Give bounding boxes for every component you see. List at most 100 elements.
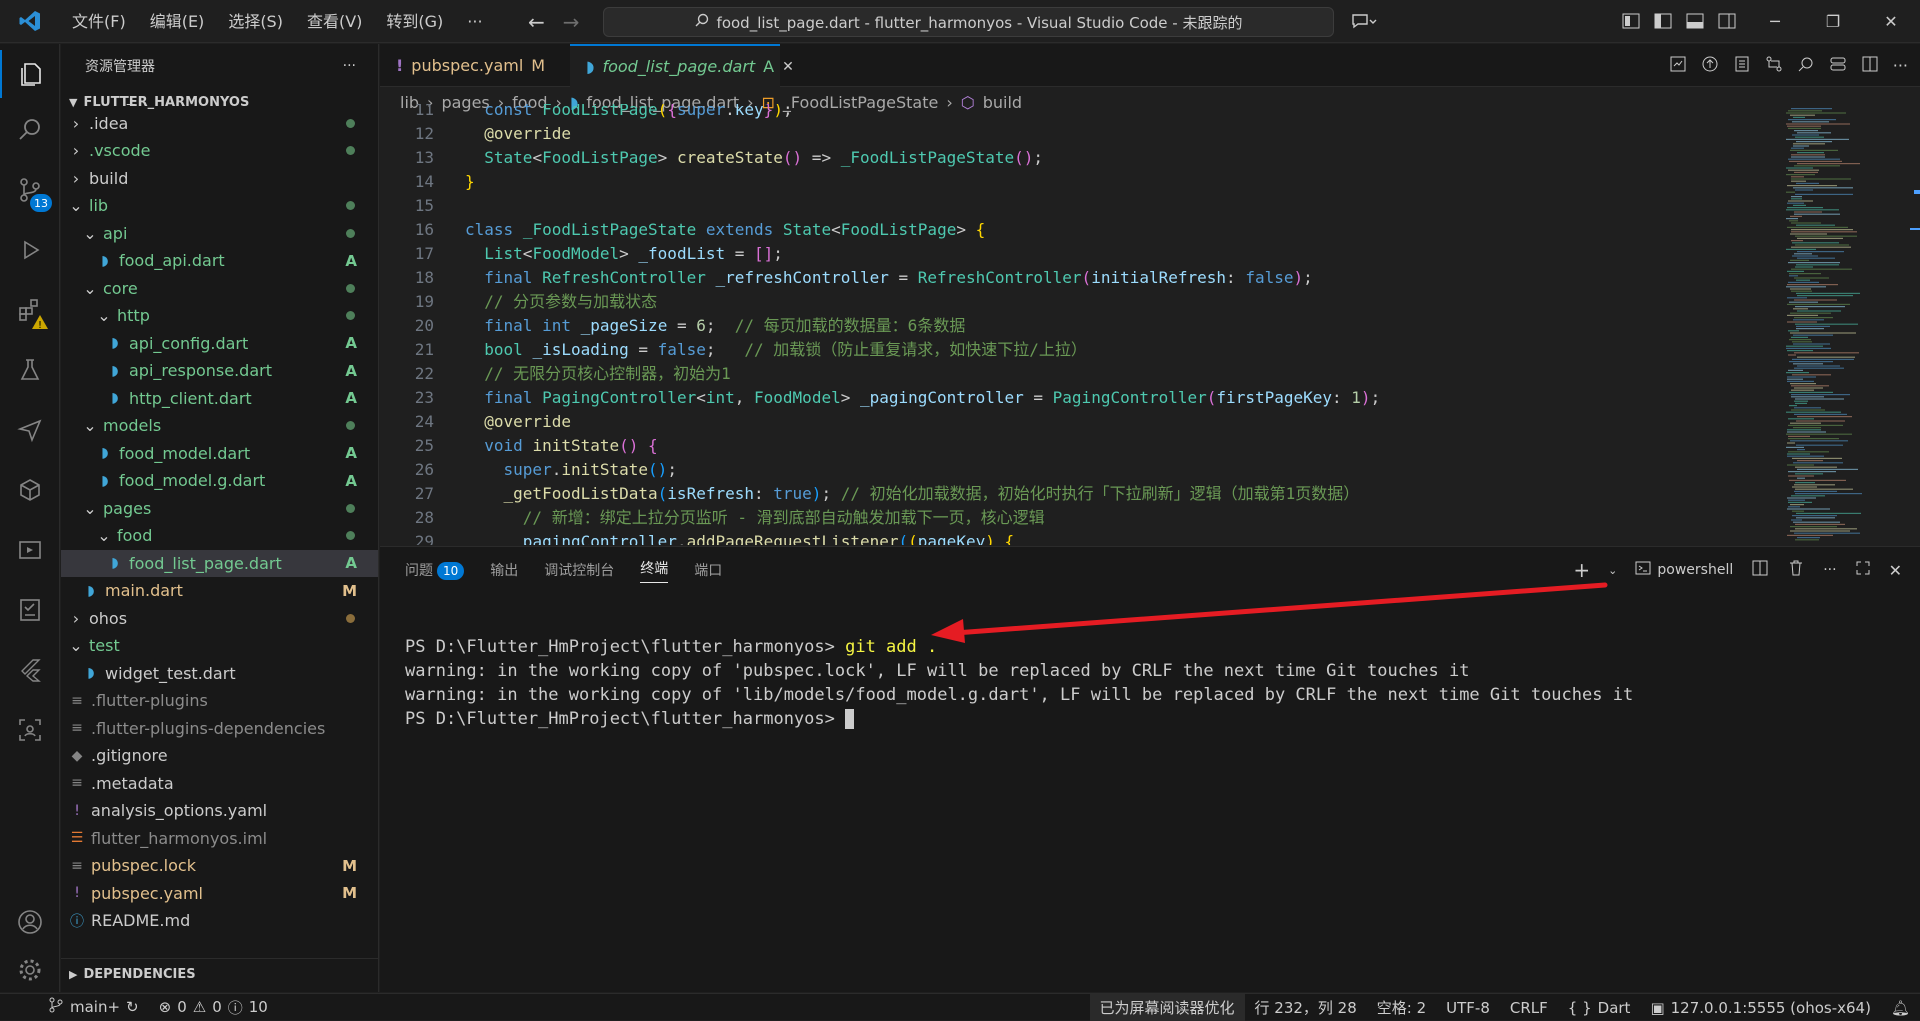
- maximize-panel-icon[interactable]: [1855, 560, 1871, 580]
- tree-item[interactable]: ≡.flutter-plugins-dependencies: [61, 715, 379, 742]
- split-terminal-icon[interactable]: [1751, 559, 1769, 581]
- checklist-icon[interactable]: [0, 586, 60, 634]
- tab-ports[interactable]: 端口: [694, 560, 722, 580]
- toggle-sidebar-icon[interactable]: [1654, 12, 1672, 34]
- package-icon[interactable]: [0, 466, 60, 514]
- menu-edit[interactable]: 编辑(E): [138, 0, 217, 43]
- tree-item[interactable]: ◗main.dartM: [61, 577, 379, 604]
- tree-item[interactable]: ☰flutter_harmonyos.iml: [61, 825, 379, 852]
- send-icon[interactable]: [0, 406, 60, 454]
- search-activity-icon[interactable]: [0, 106, 60, 154]
- more-actions-icon[interactable]: ···: [1823, 562, 1836, 578]
- compare-icon[interactable]: [1765, 55, 1783, 77]
- menu-more[interactable]: ···: [455, 0, 494, 43]
- tab-food-list-page[interactable]: ◗ food_list_page.dart A ✕: [570, 44, 780, 87]
- tab-debug-console[interactable]: 调试控制台: [544, 560, 614, 580]
- tab-terminal[interactable]: 终端: [640, 558, 668, 583]
- tree-item[interactable]: ⌄test: [61, 632, 379, 659]
- tree-item[interactable]: ≡.metadata: [61, 770, 379, 797]
- encoding[interactable]: UTF-8: [1436, 994, 1500, 1021]
- problems-status[interactable]: ⊗0 ⚠0 ⓘ10: [149, 994, 278, 1021]
- minimize-icon[interactable]: ─: [1746, 0, 1804, 43]
- copilot-icon[interactable]: [1350, 12, 1378, 36]
- indentation[interactable]: 空格: 2: [1367, 994, 1436, 1021]
- more-actions-icon[interactable]: ···: [1893, 56, 1908, 75]
- explorer-icon[interactable]: [0, 50, 60, 98]
- upload-icon[interactable]: [1701, 55, 1719, 77]
- tree-item[interactable]: ≡pubspec.lockM: [61, 852, 379, 879]
- toggle-panel-icon[interactable]: [1686, 12, 1704, 34]
- remote-debug-icon[interactable]: [0, 526, 60, 574]
- dependencies-section[interactable]: ▶ DEPENDENCIES: [61, 958, 379, 990]
- flutter-icon[interactable]: [0, 646, 60, 694]
- chevron-down-icon[interactable]: ⌄: [1608, 564, 1617, 577]
- tree-item[interactable]: ◗widget_test.dart: [61, 660, 379, 687]
- tree-item[interactable]: ⌄core: [61, 275, 379, 302]
- tab-problems[interactable]: 问题10: [405, 560, 464, 580]
- tree-item[interactable]: ⌄food: [61, 522, 379, 549]
- line-ending[interactable]: CRLF: [1500, 994, 1558, 1021]
- minimap[interactable]: [1782, 104, 1902, 545]
- tree-item[interactable]: ◗food_api.dartA: [61, 247, 379, 274]
- tree-item[interactable]: !pubspec.yamlM: [61, 880, 379, 907]
- menu-view[interactable]: 查看(V): [295, 0, 374, 43]
- tree-item[interactable]: ◗food_model.g.dartA: [61, 467, 379, 494]
- toggle-secondary-sidebar-icon[interactable]: [1718, 12, 1736, 34]
- tree-item[interactable]: ◗api_response.dartA: [61, 357, 379, 384]
- device-status[interactable]: ▣127.0.0.1:5555 (ohos-x64): [1640, 994, 1881, 1021]
- cursor-position[interactable]: 行 232，列 28: [1245, 994, 1367, 1021]
- trash-icon[interactable]: [1787, 559, 1805, 581]
- tree-item[interactable]: ⌄api: [61, 220, 379, 247]
- shell-name[interactable]: powershell: [1657, 562, 1733, 578]
- customize-layout-icon[interactable]: [1622, 12, 1640, 34]
- inspector-icon[interactable]: [0, 706, 60, 754]
- flow-icon[interactable]: [1829, 55, 1847, 77]
- source-control-icon[interactable]: 13: [0, 166, 60, 214]
- testing-icon[interactable]: [0, 346, 60, 394]
- close-panel-icon[interactable]: ✕: [1889, 561, 1902, 580]
- close-tab-icon[interactable]: ✕: [782, 59, 794, 75]
- tree-item[interactable]: ›.idea: [61, 110, 379, 137]
- tree-item[interactable]: ›build: [61, 165, 379, 192]
- command-center-search[interactable]: food_list_page.dart - flutter_harmonyos …: [603, 7, 1334, 37]
- extensions-icon[interactable]: !: [0, 286, 60, 334]
- tree-item[interactable]: ◗api_config.dartA: [61, 330, 379, 357]
- close-window-icon[interactable]: ✕: [1862, 0, 1920, 43]
- tree-item[interactable]: ◗http_client.dartA: [61, 385, 379, 412]
- account-icon[interactable]: [0, 898, 60, 946]
- menu-selection[interactable]: 选择(S): [216, 0, 295, 43]
- settings-gear-icon[interactable]: [0, 946, 60, 994]
- tree-item[interactable]: ◗food_model.dartA: [61, 440, 379, 467]
- tab-pubspec-yaml[interactable]: ! pubspec.yaml M: [380, 44, 570, 87]
- tree-item[interactable]: ◗food_list_page.dartA: [61, 550, 379, 577]
- forward-arrow-icon[interactable]: →: [563, 10, 580, 34]
- tree-item[interactable]: ⌄lib: [61, 192, 379, 219]
- outline-icon[interactable]: [1733, 55, 1751, 77]
- tree-item[interactable]: ›.dart_tool: [61, 104, 379, 109]
- code-editor[interactable]: 11 const FoodListPage({super.key}); 12 @…: [380, 104, 1780, 545]
- tree-item[interactable]: ›ohos: [61, 605, 379, 632]
- language-mode[interactable]: { }Dart: [1558, 994, 1641, 1021]
- sync-icon[interactable]: ↻: [126, 998, 139, 1016]
- split-editor-icon[interactable]: [1861, 55, 1879, 77]
- tree-item[interactable]: ⌄pages: [61, 495, 379, 522]
- tree-item[interactable]: ≡.flutter-plugins: [61, 687, 379, 714]
- tree-item[interactable]: ⓘREADME.md: [61, 907, 379, 934]
- tab-output[interactable]: 输出: [490, 560, 518, 580]
- screen-reader-status[interactable]: 已为屏幕阅读器优化: [1090, 994, 1245, 1021]
- editor-search-icon[interactable]: [1797, 55, 1815, 77]
- branch-status[interactable]: main+ ↻: [0, 994, 149, 1021]
- preview-icon[interactable]: [1669, 55, 1687, 77]
- tree-item[interactable]: ›.vscode: [61, 137, 379, 164]
- tree-item[interactable]: ◆.gitignore: [61, 742, 379, 769]
- menu-go[interactable]: 转到(G): [374, 0, 455, 43]
- restore-icon[interactable]: ❐: [1804, 0, 1862, 43]
- explorer-more-button[interactable]: ···: [343, 58, 356, 74]
- run-debug-icon[interactable]: [0, 226, 60, 274]
- menu-file[interactable]: 文件(F): [60, 0, 138, 43]
- tree-item[interactable]: !analysis_options.yaml: [61, 797, 379, 824]
- tree-item[interactable]: ⌄http: [61, 302, 379, 329]
- notifications-bell-icon[interactable]: 🔔︎: [1881, 994, 1920, 1021]
- back-arrow-icon[interactable]: ←: [528, 10, 545, 34]
- tree-item[interactable]: ⌄models: [61, 412, 379, 439]
